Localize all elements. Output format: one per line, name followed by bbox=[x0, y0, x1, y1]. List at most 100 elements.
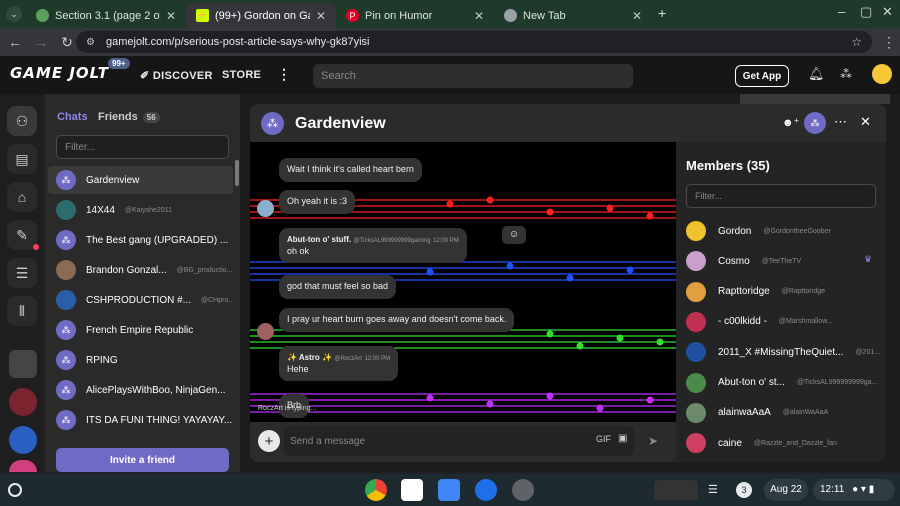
messages-icon[interactable] bbox=[475, 479, 497, 501]
bell-icon[interactable]: 🔔︎ bbox=[808, 66, 825, 82]
add-member-icon[interactable]: ☻⁺ bbox=[782, 116, 799, 129]
notification-count[interactable]: 3 bbox=[736, 482, 752, 498]
message-bubble[interactable]: god that must feel so bad bbox=[279, 275, 397, 299]
members-toggle-icon[interactable]: ⁂ bbox=[804, 112, 826, 134]
chat-list-item[interactable]: ⁂ Gardenview bbox=[48, 166, 233, 194]
friends-tab[interactable]: Friends 56 bbox=[98, 111, 160, 123]
message-bubble[interactable]: ✨ Astro ✨ @RoczArt 12:00 PM Hehe bbox=[279, 346, 399, 382]
tote-thumbnail[interactable] bbox=[654, 480, 698, 500]
message-bubble[interactable]: Oh yeah it is :3 bbox=[279, 190, 356, 214]
member-row[interactable]: Cosmo @TeeTheTV bbox=[686, 250, 882, 272]
gamejolt-logo[interactable]: GAME JOLT bbox=[10, 64, 109, 82]
chat-bubble-icon[interactable]: ☰ bbox=[7, 258, 37, 288]
invite-friend-button[interactable]: Invite a friend bbox=[56, 448, 229, 472]
chat-filter-input[interactable]: Filter... bbox=[56, 135, 229, 159]
close-window-icon[interactable]: ✕ bbox=[882, 4, 893, 20]
member-row[interactable]: Rapttoridge @Rapttoridge bbox=[686, 281, 882, 303]
more-menu-icon[interactable]: ⋮ bbox=[277, 66, 291, 83]
member-row[interactable]: alainwaAaA @alainWaAaA bbox=[686, 402, 882, 424]
bookmark-star-icon[interactable]: ☆ bbox=[851, 35, 862, 49]
members-panel: Members (35) Filter... Gordon @Gordonthee… bbox=[676, 142, 886, 462]
chat-list-item[interactable]: 14X44 @Kaiyshe2011 bbox=[48, 196, 233, 224]
sender-avatar[interactable] bbox=[257, 200, 274, 217]
maximize-icon[interactable]: ▢ bbox=[860, 4, 872, 20]
sender-avatar[interactable] bbox=[257, 323, 274, 340]
room-options-icon[interactable]: ⋯ bbox=[834, 114, 847, 130]
gamejolt-header: GAME JOLT 99+ ✐ DISCOVER STORE ⋮ Search … bbox=[0, 56, 900, 94]
member-row[interactable]: Abut-ton o' st... @TicksAL999999999ga... bbox=[686, 372, 882, 394]
user-avatar bbox=[56, 200, 76, 220]
sticker-icon[interactable]: ▣ bbox=[618, 433, 627, 444]
chat-list-scrollbar[interactable] bbox=[235, 160, 239, 186]
chats-tab[interactable]: Chats bbox=[57, 111, 88, 123]
chat-list-item[interactable]: CSHPRODUCTION #... @CHpro... bbox=[48, 286, 233, 314]
settings-icon[interactable] bbox=[512, 479, 534, 501]
add-reaction-icon[interactable]: ☺ bbox=[502, 226, 526, 244]
member-avatar bbox=[686, 251, 706, 272]
site-search-input[interactable]: Search bbox=[313, 64, 633, 88]
chat-handle: @BG_productio... bbox=[176, 266, 233, 274]
date-pill[interactable]: Aug 22 bbox=[764, 479, 808, 501]
chat-list-item[interactable]: ⁂ French Empire Republic bbox=[48, 316, 233, 344]
chat-list-item[interactable]: ⁂ AlicePlaysWithBoo, NinjaGen... bbox=[48, 376, 233, 404]
message-bubble[interactable]: Wait I think it's called heart bern bbox=[279, 158, 422, 182]
member-handle: @201... bbox=[855, 348, 881, 356]
message-author[interactable]: ✨ Astro ✨ bbox=[287, 353, 332, 362]
message-author[interactable]: Abut-ton o' stuff. bbox=[287, 235, 351, 244]
game-shortcut-1[interactable] bbox=[9, 350, 37, 378]
member-row[interactable]: - c00lkidd - @Marshmallow... bbox=[686, 311, 882, 333]
site-info-icon[interactable]: ⚙ bbox=[86, 37, 95, 48]
forward-icon[interactable]: → bbox=[28, 34, 54, 50]
group-avatar-icon: ⁂ bbox=[56, 410, 76, 430]
new-tab-button[interactable]: + bbox=[658, 5, 666, 21]
site-favicon-icon bbox=[36, 9, 49, 22]
chat-list-item[interactable]: ⁂ ITS DA FUNI THING! YAYAYAY... bbox=[48, 406, 233, 434]
message-bubble[interactable]: I pray ur heart burn goes away and doesn… bbox=[279, 308, 515, 332]
files-icon[interactable] bbox=[438, 479, 460, 501]
tab-pinterest[interactable]: P Pin on Humor ✕ bbox=[336, 3, 494, 28]
home-feed-icon[interactable]: ⚇ bbox=[7, 106, 37, 136]
launcher-icon[interactable] bbox=[8, 483, 22, 497]
discover-icon[interactable]: ⌂ bbox=[7, 182, 37, 212]
browser-menu-icon[interactable]: ⋮ bbox=[876, 34, 900, 51]
friends-icon[interactable]: ⁂ bbox=[840, 67, 852, 81]
gmail-icon[interactable] bbox=[401, 479, 423, 501]
minimize-icon[interactable]: – bbox=[838, 4, 845, 19]
url-bar[interactable]: ⚙ gamejolt.com/p/serious-post-article-sa… bbox=[76, 31, 872, 53]
tab-section[interactable]: Section 3.1 (page 2 of 3) | acel ✕ bbox=[26, 3, 186, 28]
tab-gamejolt[interactable]: ⚡ (99+) Gordon on Game Jolt: "S ✕ bbox=[186, 3, 336, 28]
store-link[interactable]: STORE bbox=[222, 69, 261, 81]
close-tab-icon[interactable]: ✕ bbox=[316, 9, 326, 23]
members-filter-input[interactable]: Filter... bbox=[686, 184, 876, 208]
status-area[interactable]: 12:11 ● ▾ ▮ bbox=[813, 479, 895, 501]
close-tab-icon[interactable]: ✕ bbox=[632, 9, 642, 23]
member-row[interactable]: 2011_X #MissingTheQuiet... @201... bbox=[686, 341, 882, 363]
game-shortcut-3[interactable] bbox=[9, 426, 37, 454]
send-icon[interactable]: ➤ bbox=[648, 434, 658, 448]
close-tab-icon[interactable]: ✕ bbox=[166, 9, 176, 23]
game-shortcut-2[interactable] bbox=[9, 388, 37, 416]
member-row[interactable]: caine @Razzle_and_Dazzle_fan bbox=[686, 432, 882, 454]
message-input[interactable]: Send a message GIF ▣ bbox=[284, 426, 634, 456]
gif-icon[interactable]: GIF bbox=[596, 434, 611, 444]
chat-room-modal: ⁂ Gardenview ☻⁺ ⁂ ⋯ ✕ Wait I think it's … bbox=[250, 104, 886, 462]
discover-link[interactable]: ✐ DISCOVER bbox=[140, 69, 213, 82]
user-avatar[interactable] bbox=[872, 64, 892, 84]
chat-list-item[interactable]: ⁂ RPING bbox=[48, 346, 233, 374]
message-bubble[interactable]: Abut-ton o' stuff. @TicksAL999999999gami… bbox=[279, 228, 467, 264]
store-icon[interactable]: ▤ bbox=[7, 144, 37, 174]
close-room-icon[interactable]: ✕ bbox=[860, 114, 871, 130]
chrome-icon[interactable] bbox=[365, 479, 387, 501]
chat-list-item[interactable]: ⁂ The Best gang (UPGRADED) ... bbox=[48, 226, 233, 254]
library-icon[interactable]: ⦀ bbox=[7, 296, 37, 326]
attach-plus-button[interactable]: + bbox=[258, 430, 280, 452]
close-tab-icon[interactable]: ✕ bbox=[474, 9, 484, 23]
tab-search-icon[interactable]: ⌄ bbox=[6, 6, 22, 22]
member-row[interactable]: Gordon @GordontheeGoober bbox=[686, 220, 882, 242]
chat-list-item[interactable]: Brandon Gonzal... @BG_productio... bbox=[48, 256, 233, 284]
game-shortcut-4[interactable] bbox=[9, 460, 37, 472]
get-app-button[interactable]: Get App bbox=[735, 65, 789, 87]
clipboard-icon[interactable]: ☰ bbox=[708, 483, 718, 496]
back-icon[interactable]: ← bbox=[2, 34, 28, 50]
tab-new-tab[interactable]: New Tab ✕ bbox=[494, 3, 652, 28]
